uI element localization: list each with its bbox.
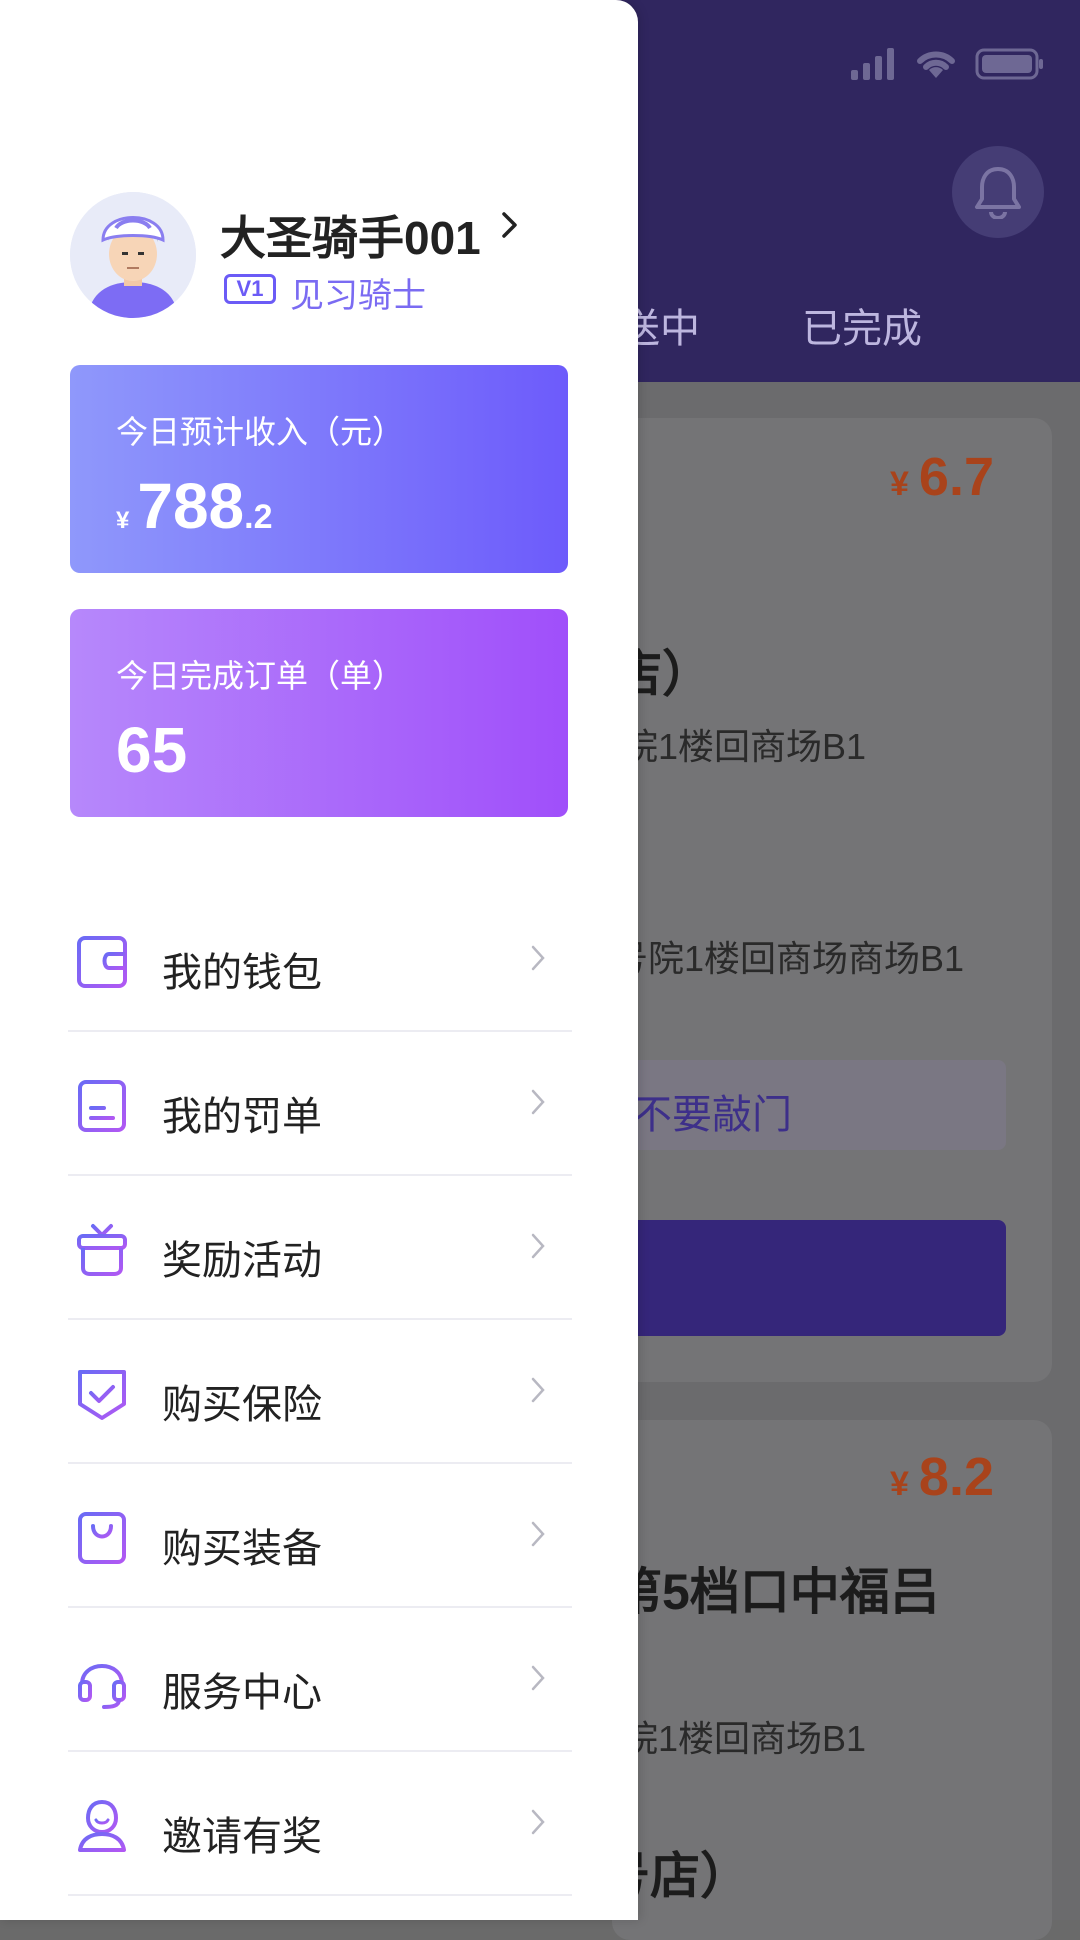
- menu-item-label: 我的罚单: [162, 1095, 322, 1139]
- wifi-icon: [917, 51, 955, 78]
- chevron-right-icon: [531, 1377, 545, 1403]
- menu-item-equipment[interactable]: 购买装备: [68, 1464, 572, 1608]
- order-action-button[interactable]: [612, 1220, 1006, 1336]
- orders-card[interactable]: 今日完成订单（单） 65: [70, 609, 568, 817]
- battery-icon: [975, 48, 1043, 80]
- gift-icon: [77, 1224, 127, 1276]
- income-label: 今日预计收入（元）: [116, 414, 405, 450]
- notification-button[interactable]: [952, 146, 1044, 238]
- chevron-right-icon: [531, 1809, 545, 1835]
- income-value: ¥788.2: [116, 470, 273, 542]
- chevron-right-icon: [531, 945, 545, 971]
- menu-item-label: 我的钱包: [162, 951, 322, 995]
- menu-item-label: 服务中心: [162, 1671, 322, 1715]
- level-badge: V1: [224, 274, 276, 304]
- chevron-right-icon: [531, 1089, 545, 1115]
- chevron-right-icon: [531, 1233, 545, 1259]
- chevron-right-icon: [531, 1521, 545, 1547]
- shield-check-icon: [78, 1370, 126, 1420]
- menu-item-label: 购买装备: [162, 1527, 322, 1571]
- side-drawer: 大圣骑手001 V1 见习骑士 今日预计收入（元） ¥788.2 今日完成订单（…: [0, 0, 638, 1920]
- income-card[interactable]: 今日预计收入（元） ¥788.2: [70, 365, 568, 573]
- chevron-right-icon[interactable]: [500, 210, 520, 240]
- menu-item-tickets[interactable]: 我的罚单: [68, 1032, 572, 1176]
- ticket-icon: [78, 1080, 126, 1132]
- wallet-icon: [77, 936, 127, 988]
- order-price: ¥8.2: [890, 1447, 994, 1507]
- headset-icon: [78, 1664, 126, 1709]
- pickup-address: 院1楼回商场B1: [622, 1718, 867, 1759]
- menu-item-insurance[interactable]: 购买保险: [68, 1320, 572, 1464]
- menu-item-label: 邀请有奖: [162, 1815, 322, 1859]
- orders-value: 65: [116, 714, 188, 786]
- menu-item-label: 购买保险: [162, 1383, 322, 1427]
- user-name[interactable]: 大圣骑手001: [220, 202, 481, 268]
- menu-item-rewards[interactable]: 奖励活动: [68, 1176, 572, 1320]
- order-title: 第5档口中福吕: [612, 1564, 940, 1620]
- status-bar: [851, 48, 1045, 80]
- signal-icon: [851, 48, 894, 80]
- level-name: 见习骑士: [290, 277, 426, 315]
- menu-item-service-center[interactable]: 服务中心: [68, 1608, 572, 1752]
- order-note-text: 不要敲门: [632, 1093, 792, 1137]
- menu-item-label: 奖励活动: [162, 1239, 322, 1283]
- shopping-bag-icon: [78, 1512, 126, 1564]
- chevron-right-icon: [531, 1665, 545, 1691]
- dropoff-address: 号院1楼回商场商场B1: [612, 938, 965, 979]
- pickup-address: 院1楼回商场B1: [622, 726, 867, 767]
- order-price: ¥6.7: [890, 447, 994, 507]
- tab-completed[interactable]: 已完成: [802, 296, 922, 354]
- rider-avatar-icon: [70, 192, 196, 318]
- person-icon: [78, 1799, 126, 1852]
- avatar[interactable]: [70, 192, 196, 318]
- orders-label: 今日完成订单（单）: [116, 658, 405, 694]
- menu-item-invite[interactable]: 邀请有奖: [68, 1752, 572, 1896]
- bell-icon: [975, 167, 1021, 219]
- menu-item-wallet[interactable]: 我的钱包: [68, 888, 572, 1032]
